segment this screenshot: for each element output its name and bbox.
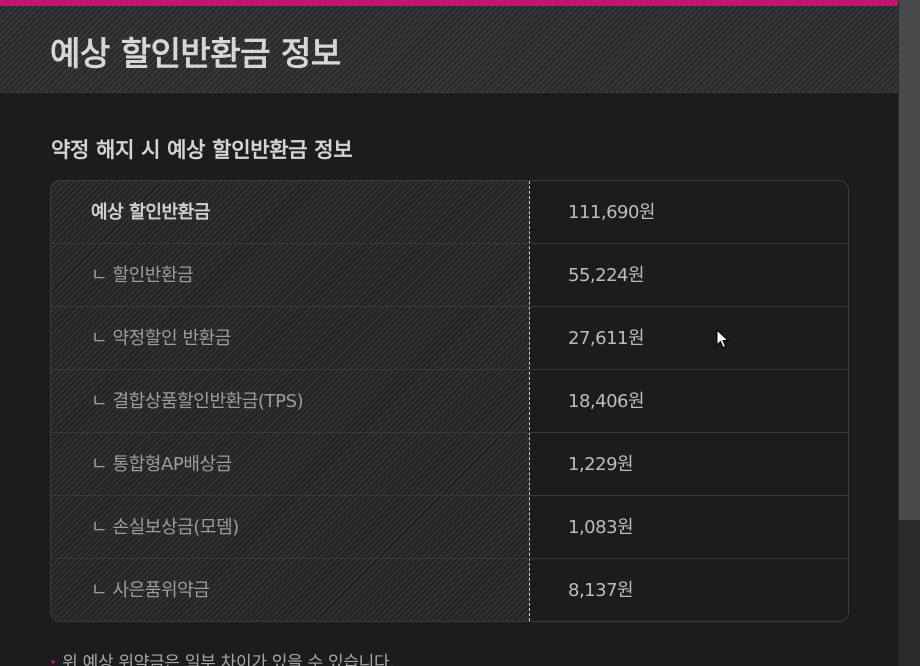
row-value: 1,083원 [568, 517, 634, 538]
row-label: ㄴ 할인반환금 [91, 265, 194, 286]
section-title: 약정 해지 시 예상 할인반환금 정보 [51, 138, 353, 162]
page-title: 예상 할인반환금 정보 [50, 34, 341, 73]
row-label: ㄴ 통합형AP배상금 [91, 454, 232, 475]
bullet-dot: · [50, 653, 57, 666]
mouse-cursor-icon [716, 329, 730, 349]
table-row: ㄴ 손실보상금(모뎀) 1,083원 [51, 496, 848, 559]
table-row: ㄴ 사은품위약금 8,137원 [51, 559, 848, 621]
row-value: 111,690원 [568, 202, 656, 223]
scrollbar-thumb[interactable] [899, 0, 920, 520]
row-value: 8,137원 [568, 580, 634, 601]
page: 예상 할인반환금 정보 약정 해지 시 예상 할인반환금 정보 예상 할인반환금… [0, 0, 920, 666]
row-value: 18,406원 [568, 391, 645, 412]
table-row: ㄴ 결합상품할인반환금(TPS) 18,406원 [51, 370, 848, 433]
footnote: · 위 예상 위약금은 일부 차이가 있을 수 있습니다. [50, 648, 395, 666]
row-label: 예상 할인반환금 [91, 202, 210, 223]
row-label: ㄴ 결합상품할인반환금(TPS) [91, 391, 304, 412]
row-label: ㄴ 손실보상금(모뎀) [91, 517, 239, 538]
table-row: ㄴ 통합형AP배상금 1,229원 [51, 433, 848, 496]
table-row: ㄴ 할인반환금 55,224원 [51, 244, 848, 307]
discount-refund-table: 예상 할인반환금 111,690원 ㄴ 할인반환금 55,224원 ㄴ 약정할인… [50, 180, 849, 622]
row-label: ㄴ 사은품위약금 [91, 580, 210, 601]
footnote-text: 위 예상 위약금은 일부 차이가 있을 수 있습니다. [62, 653, 395, 666]
row-value: 55,224원 [568, 265, 645, 286]
row-label: ㄴ 약정할인 반환금 [91, 328, 231, 349]
table-row: 예상 할인반환금 111,690원 [51, 181, 848, 244]
row-value: 27,611원 [568, 328, 645, 349]
row-value: 1,229원 [568, 454, 634, 475]
page-header: 예상 할인반환금 정보 [0, 6, 898, 93]
